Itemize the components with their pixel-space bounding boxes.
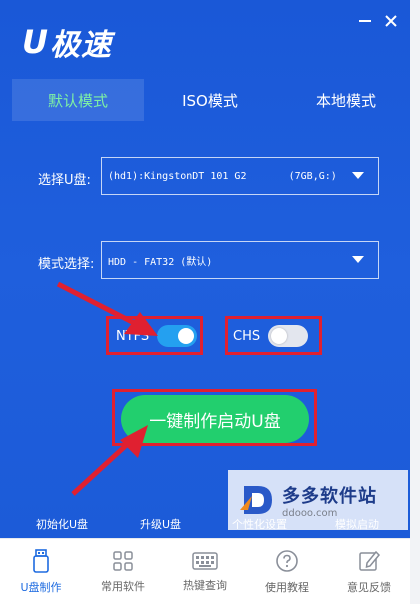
keyboard-icon: [192, 552, 218, 570]
window-edge: [410, 0, 420, 604]
usb-select-dropdown[interactable]: (hd1):KingstonDT 101 G2 (7GB,G:): [101, 157, 379, 195]
chs-toggle-switch[interactable]: [268, 325, 309, 347]
link-personalize[interactable]: 个性化设置: [232, 516, 287, 532]
mode-select-dropdown[interactable]: HDD - FAT32 (默认): [101, 241, 379, 279]
app-window: U 极速 默认模式 ISO模式 本地模式 选择U盘: (hd1):Kingsto…: [0, 0, 420, 604]
chs-label: CHS: [233, 328, 261, 344]
app-logo: U 极速: [22, 20, 112, 64]
chevron-down-icon: [352, 172, 364, 179]
toggle-knob: [178, 328, 195, 344]
tab-local-mode[interactable]: 本地模式: [282, 79, 410, 121]
nav-label: 热键查询: [183, 579, 227, 592]
link-init-usb[interactable]: 初始化U盘: [36, 516, 88, 532]
usb-select-label: 选择U盘:: [38, 173, 91, 188]
nav-label: 常用软件: [101, 580, 145, 593]
chs-toggle-group: CHS: [233, 325, 309, 347]
close-button[interactable]: [382, 12, 400, 30]
grid-apps-icon: [113, 551, 133, 571]
nav-item-hotkey-query[interactable]: 热键查询: [164, 539, 246, 604]
ntfs-toggle-group: NTFS: [116, 325, 198, 347]
create-boot-usb-button[interactable]: 一键制作启动U盘: [121, 395, 309, 443]
edit-feedback-icon: [359, 550, 381, 571]
nav-label: U盘制作: [20, 581, 62, 594]
nav-item-common-software[interactable]: 常用软件: [82, 539, 164, 604]
help-circle-icon: [276, 550, 298, 572]
watermark-title: 多多软件站: [282, 485, 377, 507]
mode-select-label: 模式选择:: [38, 257, 95, 272]
logo-text: 极速: [49, 28, 112, 63]
nav-item-usb-make[interactable]: U盘制作: [0, 539, 82, 604]
mode-select-value: HDD - FAT32 (默认): [108, 256, 213, 268]
minimize-icon: [359, 20, 371, 22]
usb-drive-icon: [33, 549, 49, 573]
link-simulate-boot[interactable]: 模拟启动: [335, 516, 379, 532]
minimize-button[interactable]: [356, 12, 374, 30]
usb-select-value: (hd1):KingstonDT 101 G2 (7GB,G:): [108, 170, 337, 182]
close-icon: [385, 15, 397, 27]
logo-u: U: [22, 23, 48, 61]
mode-tabs: 默认模式 ISO模式 本地模式: [12, 79, 410, 121]
nav-label: 使用教程: [265, 581, 309, 594]
ntfs-toggle-switch[interactable]: [157, 325, 198, 347]
chevron-down-icon: [352, 256, 364, 263]
toggle-knob: [271, 328, 288, 344]
bottom-nav: U盘制作 常用软件 热键查询 使用教程 意见反馈: [0, 538, 410, 604]
main-panel: U 极速 默认模式 ISO模式 本地模式 选择U盘: (hd1):Kingsto…: [0, 0, 410, 538]
nav-label: 意见反馈: [347, 581, 391, 594]
ntfs-label: NTFS: [116, 328, 150, 344]
ddooo-logo-icon: [240, 486, 272, 514]
nav-item-feedback[interactable]: 意见反馈: [328, 539, 410, 604]
tab-default-mode[interactable]: 默认模式: [12, 79, 144, 121]
tab-iso-mode[interactable]: ISO模式: [144, 79, 276, 121]
nav-item-tutorial[interactable]: 使用教程: [246, 539, 328, 604]
link-upgrade-usb[interactable]: 升级U盘: [140, 516, 181, 532]
